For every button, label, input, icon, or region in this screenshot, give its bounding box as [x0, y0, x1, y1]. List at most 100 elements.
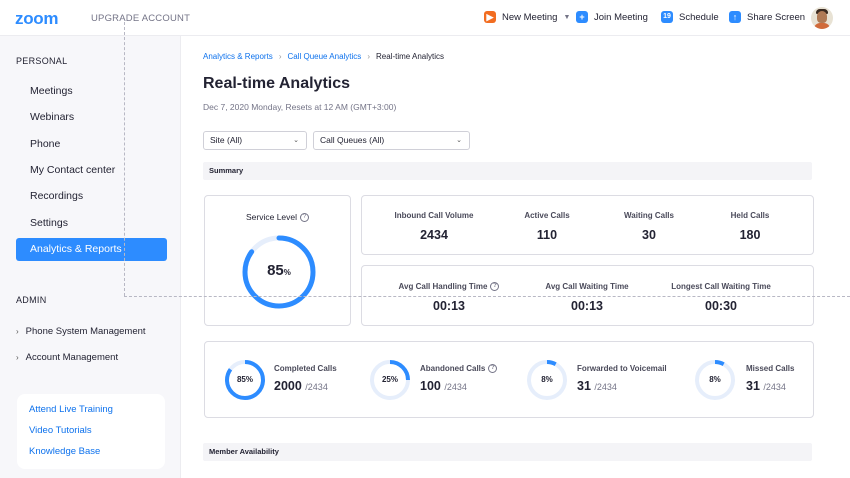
schedule-label: Schedule	[679, 11, 719, 23]
service-level-label: Service Level?	[205, 212, 350, 223]
sidebar-item-phone[interactable]: Phone	[16, 133, 167, 156]
stat-value: 31 /2434	[746, 379, 794, 393]
inbound-call-volume-metric: Inbound Call Volume 2434	[384, 211, 484, 242]
calendar-icon: 19	[661, 11, 673, 23]
schedule-button[interactable]: 19 Schedule	[661, 11, 719, 23]
stat-count: 31	[746, 379, 760, 393]
chevron-right-icon: ›	[16, 327, 19, 336]
upgrade-account-link[interactable]: UPGRADE ACCOUNT	[91, 13, 190, 24]
call-queues-select-value: Call Queues (All)	[320, 135, 385, 145]
metric-label: Avg Call Waiting Time	[545, 282, 629, 291]
stat-count: 31	[577, 379, 591, 393]
metric-label: Waiting Calls	[624, 211, 674, 220]
metric-value: 30	[642, 228, 656, 242]
abandoned-calls-stat: Abandoned Calls? 100 /2434	[420, 364, 498, 394]
stat-count: 100	[420, 379, 441, 394]
missed-calls-pct: 8%	[709, 375, 721, 384]
arrow-up-icon: ↑	[729, 11, 741, 23]
admin-section-label: ADMIN	[16, 295, 47, 305]
sidebar-item-analytics-reports[interactable]: Analytics & Reports	[16, 238, 167, 261]
avg-waiting-time-metric: Avg Call Waiting Time 00:13	[532, 282, 642, 313]
help-links-panel: Attend Live Training Video Tutorials Kno…	[17, 394, 165, 469]
metric-label: Longest Call Waiting Time	[671, 282, 771, 291]
chevron-down-icon[interactable]: ▼	[563, 14, 570, 21]
zoom-logo[interactable]: zoom	[15, 9, 58, 29]
admin-item-label: Phone System Management	[25, 326, 146, 337]
sidebar-item-meetings[interactable]: Meetings	[16, 80, 167, 103]
new-meeting-label: New Meeting	[502, 11, 558, 23]
stat-total: /2434	[305, 382, 328, 392]
metric-label: Inbound Call Volume	[394, 211, 474, 220]
summary-section-header: Summary	[203, 162, 812, 180]
held-calls-metric: Held Calls 180	[710, 211, 790, 242]
sidebar: PERSONAL Meetings Webinars Phone My Cont…	[0, 36, 181, 478]
personal-section-label: PERSONAL	[16, 56, 68, 66]
sidebar-item-phone-system-management[interactable]: › Phone System Management	[16, 326, 146, 337]
share-screen-button[interactable]: ↑ Share Screen	[729, 11, 805, 23]
waiting-calls-metric: Waiting Calls 30	[609, 211, 689, 242]
plus-icon: +	[576, 11, 588, 23]
user-avatar[interactable]	[811, 7, 833, 29]
knowledge-base-link[interactable]: Knowledge Base	[29, 446, 100, 457]
sidebar-item-contact-center[interactable]: My Contact center	[16, 159, 167, 182]
completed-calls-stat: Completed Calls 2000 /2434	[274, 364, 337, 393]
service-level-value: 85%	[241, 262, 317, 279]
info-icon[interactable]: ?	[300, 213, 310, 223]
video-tutorials-link[interactable]: Video Tutorials	[29, 425, 92, 436]
site-select[interactable]: Site (All) ⌄	[203, 131, 307, 150]
metric-value: 00:30	[705, 299, 737, 313]
sidebar-item-recordings[interactable]: Recordings	[16, 185, 167, 208]
stat-total: /2434	[763, 382, 786, 392]
voicemail-calls-stat: Forwarded to Voicemail 31 /2434	[577, 364, 667, 393]
completed-calls-pct: 85%	[236, 375, 253, 384]
service-level-number: 85	[267, 262, 284, 279]
sidebar-item-settings[interactable]: Settings	[16, 212, 167, 235]
metric-label: Held Calls	[730, 211, 770, 220]
stat-label: Abandoned Calls?	[420, 364, 498, 374]
info-icon[interactable]: ?	[488, 364, 498, 374]
breadcrumb-current: Real-time Analytics	[375, 52, 445, 61]
stat-value: 31 /2434	[577, 379, 667, 393]
metric-value: 180	[739, 228, 761, 242]
attend-live-training-link[interactable]: Attend Live Training	[29, 404, 113, 415]
sidebar-item-account-management[interactable]: › Account Management	[16, 352, 118, 363]
abandoned-calls-pct: 25%	[381, 375, 398, 384]
metric-label: Avg Call Handling Time?	[394, 282, 504, 292]
join-meeting-label: Join Meeting	[594, 11, 648, 23]
chevron-right-icon: ›	[367, 52, 370, 61]
chevron-down-icon: ⌄	[293, 137, 299, 144]
stat-count: 2000	[274, 379, 302, 393]
chevron-right-icon: ›	[278, 52, 282, 61]
page-subtitle: Dec 7, 2020 Monday, Resets at 12 AM (GMT…	[203, 102, 397, 112]
chevron-down-icon: ⌄	[456, 137, 462, 144]
sidebar-item-webinars[interactable]: Webinars	[16, 106, 167, 129]
top-bar: zoom UPGRADE ACCOUNT ▶ New Meeting ▼ + J…	[0, 0, 850, 36]
new-meeting-button[interactable]: ▶ New Meeting ▼	[484, 11, 570, 23]
breadcrumb: Analytics & Reports › Call Queue Analyti…	[203, 52, 444, 61]
service-level-card: Service Level? 85%	[204, 195, 351, 326]
breadcrumb-call-queue-analytics[interactable]: Call Queue Analytics	[287, 52, 361, 61]
longest-waiting-time-metric: Longest Call Waiting Time 00:30	[666, 282, 776, 313]
metric-label-text: Avg Call Handling Time	[398, 282, 488, 291]
metric-value: 2434	[420, 228, 448, 242]
join-meeting-button[interactable]: + Join Meeting	[576, 11, 648, 23]
video-camera-icon: ▶	[484, 11, 496, 23]
info-icon[interactable]: ?	[490, 282, 500, 292]
call-queues-select[interactable]: Call Queues (All) ⌄	[313, 131, 470, 150]
member-availability-header: Member Availability	[203, 443, 812, 461]
avg-handling-time-metric: Avg Call Handling Time? 00:13	[394, 282, 504, 313]
metric-value: 00:13	[433, 299, 465, 314]
stat-total: /2434	[444, 382, 467, 393]
missed-calls-stat: Missed Calls 31 /2434	[746, 364, 794, 393]
page-title: Real-time Analytics	[203, 75, 351, 92]
metric-value: 110	[536, 228, 558, 242]
call-volume-card: Inbound Call Volume 2434 Active Calls 11…	[361, 195, 814, 255]
active-calls-metric: Active Calls 110	[507, 211, 587, 242]
admin-item-label: Account Management	[25, 352, 119, 363]
stat-label-text: Abandoned Calls	[420, 364, 486, 373]
stat-label: Missed Calls	[746, 364, 795, 373]
stat-label: Completed Calls	[274, 364, 337, 373]
guide-line-horizontal	[124, 296, 850, 297]
breadcrumb-analytics-reports[interactable]: Analytics & Reports	[203, 52, 273, 61]
service-level-text: Service Level	[245, 212, 298, 222]
